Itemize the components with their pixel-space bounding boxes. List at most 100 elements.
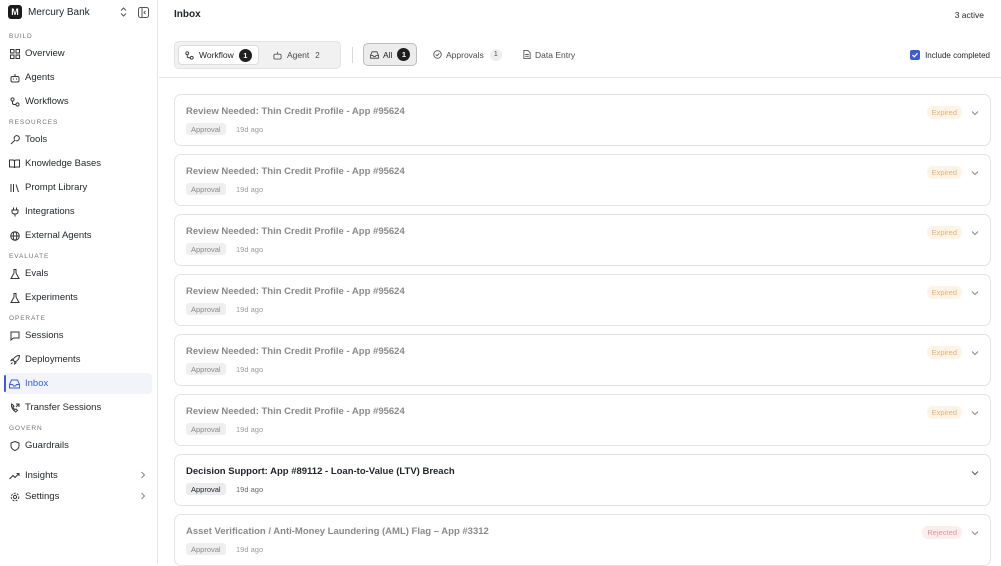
sidebar-item-evals[interactable]: Evals — [4, 263, 152, 284]
status-badge: Expired — [926, 286, 962, 299]
sidebar-item-sessions[interactable]: Sessions — [4, 325, 152, 346]
section-evaluate: EVALUATE — [9, 253, 50, 260]
sidebar-item-label: Overview — [25, 48, 65, 59]
card-type-badge: Approval — [186, 123, 226, 135]
sidebar-item-tools[interactable]: Tools — [4, 129, 152, 150]
card-type-badge: Approval — [186, 483, 226, 495]
inbox-card[interactable]: Review Needed: Thin Credit Profile - App… — [174, 214, 991, 266]
sidebar-item-label: Integrations — [25, 206, 75, 217]
card-title: Review Needed: Thin Credit Profile - App… — [186, 106, 405, 117]
inbox-card[interactable]: Review Needed: Thin Credit Profile - App… — [174, 394, 991, 446]
section-operate: OPERATE — [9, 315, 46, 322]
sidebar-item-knowledge-bases[interactable]: Knowledge Bases — [4, 153, 152, 174]
card-title: Review Needed: Thin Credit Profile - App… — [186, 346, 405, 357]
include-completed-toggle[interactable]: Include completed — [910, 50, 990, 60]
chevron-up-down-icon[interactable] — [116, 5, 130, 19]
sidebar-item-label: Guardrails — [25, 440, 69, 451]
sidebar-item-label: Evals — [25, 268, 49, 279]
chevron-down-icon[interactable] — [969, 167, 981, 179]
inbox-card[interactable]: Review Needed: Thin Credit Profile - App… — [174, 94, 991, 146]
trend-icon — [9, 470, 20, 481]
sidebar-item-agents[interactable]: Agents — [4, 67, 152, 88]
bot-icon — [9, 72, 20, 83]
workflow-icon — [9, 96, 20, 107]
sidebar-item-inbox[interactable]: Inbox — [4, 373, 152, 394]
tab-all-label: All — [383, 49, 393, 60]
sidebar-item-label: Prompt Library — [25, 182, 88, 193]
inbox-card[interactable]: Asset Verification / Anti-Money Launderi… — [174, 514, 991, 566]
org-logo: M — [8, 5, 22, 19]
card-time: 19d ago — [236, 365, 264, 374]
inbox-card[interactable]: Review Needed: Thin Credit Profile - App… — [174, 334, 991, 386]
chevron-down-icon[interactable] — [969, 227, 981, 239]
chevron-down-icon[interactable] — [969, 407, 981, 419]
chevron-down-icon[interactable] — [969, 527, 981, 539]
sidebar-item-deployments[interactable]: Deployments — [4, 349, 152, 370]
chevron-down-icon[interactable] — [969, 467, 981, 479]
chevron-down-icon[interactable] — [969, 287, 981, 299]
card-title: Review Needed: Thin Credit Profile - App… — [186, 166, 405, 177]
chevron-right-icon — [140, 470, 146, 483]
include-completed-checkbox[interactable] — [910, 50, 921, 60]
sidebar-item-insights[interactable]: Insights — [4, 465, 152, 486]
sidebar-item-transfer-sessions[interactable]: Transfer Sessions — [4, 397, 152, 418]
include-completed-label: Include completed — [925, 50, 990, 60]
tab-approvals-label: Approvals — [446, 49, 484, 60]
inbox-card[interactable]: Decision Support: App #89112 - Loan-to-V… — [174, 454, 991, 506]
source-workflow-count: 1 — [238, 48, 252, 62]
card-title: Review Needed: Thin Credit Profile - App… — [186, 286, 405, 297]
sidebar-toggle-icon[interactable] — [136, 5, 150, 19]
tab-approvals[interactable]: Approvals 1 — [427, 43, 508, 66]
card-type-badge: Approval — [186, 183, 226, 195]
source-workflow-button[interactable]: Workflow 1 — [178, 45, 259, 65]
sidebar-item-label: Deployments — [25, 354, 81, 365]
tab-data-entry-label: Data Entry — [535, 49, 576, 60]
tab-all[interactable]: All 1 — [363, 43, 418, 66]
inbox-card[interactable]: Review Needed: Thin Credit Profile - App… — [174, 274, 991, 326]
tab-all-count: 1 — [397, 48, 411, 61]
chat-icon — [9, 330, 20, 341]
sidebar-item-label: Settings — [25, 491, 60, 502]
sidebar-item-external-agents[interactable]: External Agents — [4, 225, 152, 246]
sidebar-item-guardrails[interactable]: Guardrails — [4, 435, 152, 456]
bot-icon — [273, 51, 282, 60]
plug-icon — [9, 206, 20, 217]
chevron-down-icon[interactable] — [969, 107, 981, 119]
status-badge: Expired — [926, 166, 962, 179]
check-circle-icon — [433, 50, 442, 59]
org-switcher[interactable]: M Mercury Bank — [8, 3, 153, 21]
sidebar-item-label: Tools — [25, 134, 48, 145]
top-bar: Inbox 3 active — [159, 0, 1001, 30]
source-agent-count: 2 — [315, 50, 320, 60]
main-content: Inbox 3 active Workflow 1 Agent 2 All 1 … — [159, 0, 1001, 566]
card-time: 19d ago — [236, 305, 264, 314]
source-agent-button[interactable]: Agent 2 — [267, 45, 326, 65]
card-title: Asset Verification / Anti-Money Launderi… — [186, 526, 489, 537]
workflow-icon — [185, 50, 194, 60]
card-time: 19d ago — [236, 125, 264, 134]
tab-approvals-count: 1 — [489, 48, 502, 61]
inbox-card[interactable]: Review Needed: Thin Credit Profile - App… — [174, 154, 991, 206]
sidebar-item-label: Inbox — [25, 378, 49, 389]
sidebar-item-workflows[interactable]: Workflows — [4, 91, 152, 112]
sidebar-item-label: External Agents — [25, 230, 92, 241]
chevron-down-icon[interactable] — [969, 347, 981, 359]
card-time: 19d ago — [236, 245, 264, 254]
wrench-icon — [9, 134, 20, 145]
sidebar-item-overview[interactable]: Overview — [4, 43, 152, 64]
source-agent-label: Agent — [287, 50, 310, 60]
sidebar-item-label: Sessions — [25, 330, 64, 341]
filter-divider — [352, 47, 353, 63]
sidebar-item-experiments[interactable]: Experiments — [4, 287, 152, 308]
card-title: Review Needed: Thin Credit Profile - App… — [186, 406, 405, 417]
sidebar-item-prompt-library[interactable]: Prompt Library — [4, 177, 152, 198]
sidebar-item-integrations[interactable]: Integrations — [4, 201, 152, 222]
status-badge: Expired — [926, 406, 962, 419]
status-badge: Expired — [926, 346, 962, 359]
sidebar-item-settings[interactable]: Settings — [4, 486, 152, 507]
globe-icon — [9, 230, 20, 241]
tab-data-entry[interactable]: Data Entry — [517, 43, 581, 66]
sidebar-item-label: Knowledge Bases — [25, 158, 102, 169]
card-time: 19d ago — [236, 425, 264, 434]
page-title: Inbox — [174, 9, 201, 20]
